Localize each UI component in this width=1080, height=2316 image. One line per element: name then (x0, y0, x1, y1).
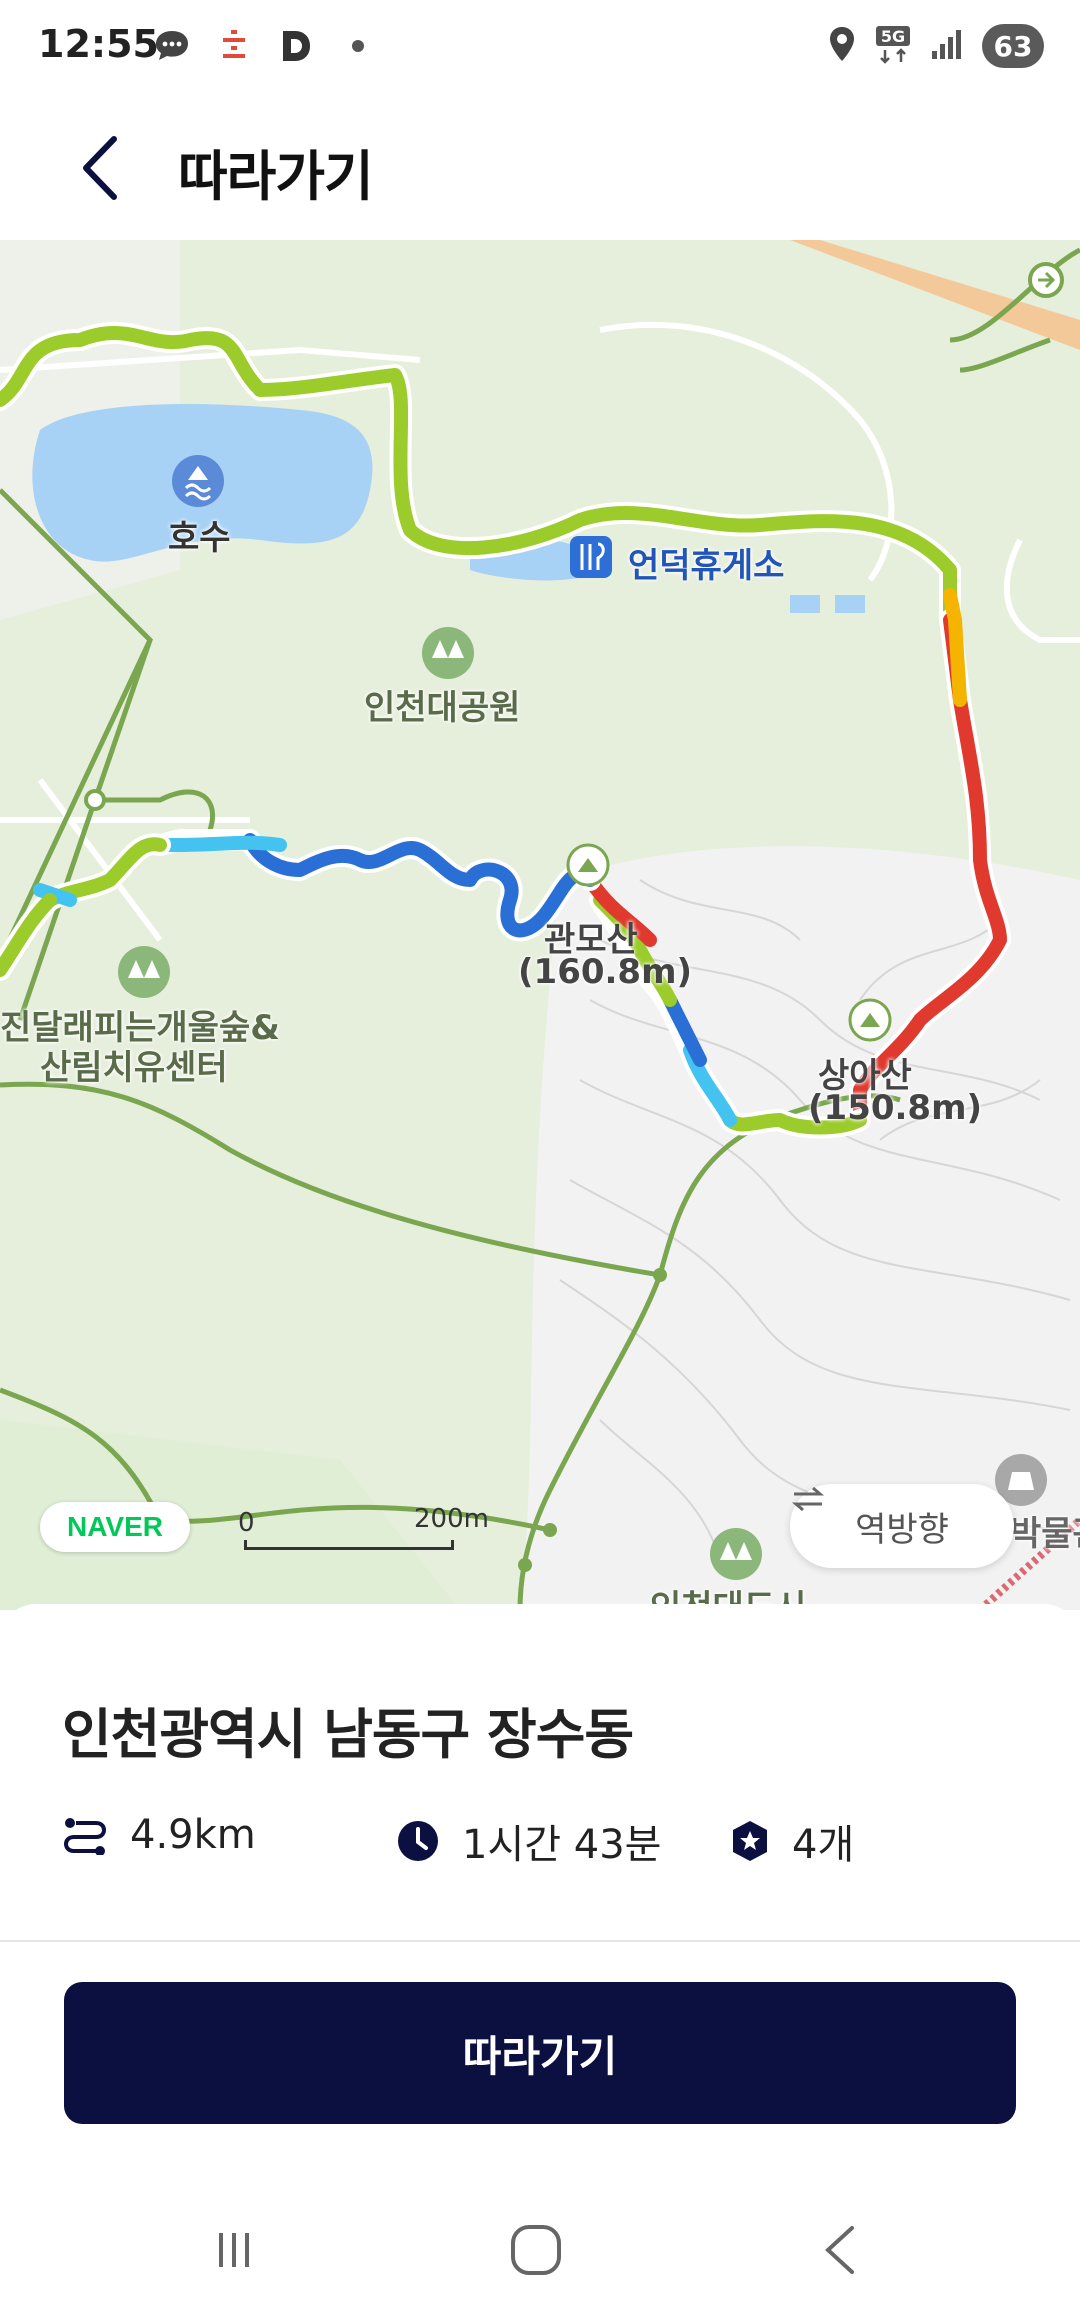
peak-marker-2 (848, 998, 892, 1042)
system-nav-bar (0, 2180, 1080, 2316)
d-app-icon (276, 26, 316, 66)
notification-icon (214, 26, 254, 66)
park-tree-icon (422, 627, 474, 679)
map-label-forest-center-2: 산림치유센터 (40, 1048, 228, 1088)
battery-icon: 63 (982, 24, 1044, 68)
map-label-peak2-height: (150.8m) (808, 1088, 983, 1128)
map-label-peak1-height: (160.8m) (518, 952, 693, 992)
route-distance-icon (63, 1818, 107, 1855)
status-bar: 12:55 5G 63 (0, 0, 1080, 96)
dot-icon (338, 26, 378, 66)
distance-value: 4.9km (130, 1812, 256, 1858)
lake-icon (172, 455, 224, 507)
map-label-rest-area: 언덕휴게소 (628, 546, 785, 586)
map-label-park: 인천대공원 (364, 688, 521, 728)
restaurant-icon (570, 536, 612, 578)
naver-logo: NAVER (40, 1502, 190, 1552)
recent-apps-button[interactable] (194, 2210, 274, 2290)
city-tree-icon (710, 1528, 762, 1580)
swap-arrows-icon (791, 1486, 825, 1512)
map-view[interactable]: 호수 언덕휴게소 인천대공원 진달래피는개울숲& 산림치유센터 관모산 (160… (0, 240, 1080, 1610)
stat-count: 4개 (730, 1812, 854, 1870)
back-arrow-icon (83, 136, 117, 200)
home-icon (511, 2225, 561, 2275)
direction-arrow-icon (1028, 262, 1064, 298)
network-5g-icon: 5G (874, 24, 912, 68)
page-title: 따라가기 (178, 145, 374, 208)
stat-duration: 1시간 43분 (396, 1812, 661, 1870)
map-label-lake: 호수 (168, 518, 231, 558)
follow-button[interactable]: 따라가기 (64, 1982, 1016, 2124)
status-right-icons: 5G 63 (828, 24, 1044, 68)
map-canvas[interactable] (0, 240, 1080, 1610)
nav-back-button[interactable] (800, 2210, 880, 2290)
reverse-direction-button[interactable]: 역방향 (790, 1484, 1014, 1568)
app-header: 따라가기 (0, 96, 1080, 240)
network-label: 5G (881, 27, 905, 46)
peak-marker-1 (566, 843, 610, 887)
chat-icon (152, 26, 192, 66)
back-button[interactable] (60, 126, 140, 210)
forest-tree-icon (118, 946, 170, 998)
location-icon (828, 25, 856, 67)
scale-bar (244, 1540, 454, 1550)
count-value: 4개 (792, 1822, 855, 1868)
reverse-direction-label: 역방향 (855, 1509, 949, 1550)
map-label-museum: 박물관 (1010, 1514, 1080, 1554)
location-title: 인천광역시 남동구 장수동 (62, 1703, 634, 1766)
divider (0, 1940, 1080, 1942)
recent-apps-icon (219, 2233, 249, 2267)
nav-back-icon (825, 2226, 854, 2274)
clock-icon (398, 1821, 438, 1861)
status-left-icons (152, 26, 378, 66)
status-time: 12:55 (38, 22, 159, 66)
stat-distance: 4.9km (62, 1812, 256, 1858)
signal-icon (930, 27, 964, 65)
duration-value: 1시간 43분 (462, 1822, 662, 1868)
scale-zero: 0 (238, 1508, 255, 1538)
route-stats: 4.9km 1시간 43분 4개 (62, 1812, 1042, 1872)
scale-distance: 200m (414, 1504, 489, 1534)
badge-star-icon (733, 1821, 767, 1861)
home-button[interactable] (496, 2210, 576, 2290)
